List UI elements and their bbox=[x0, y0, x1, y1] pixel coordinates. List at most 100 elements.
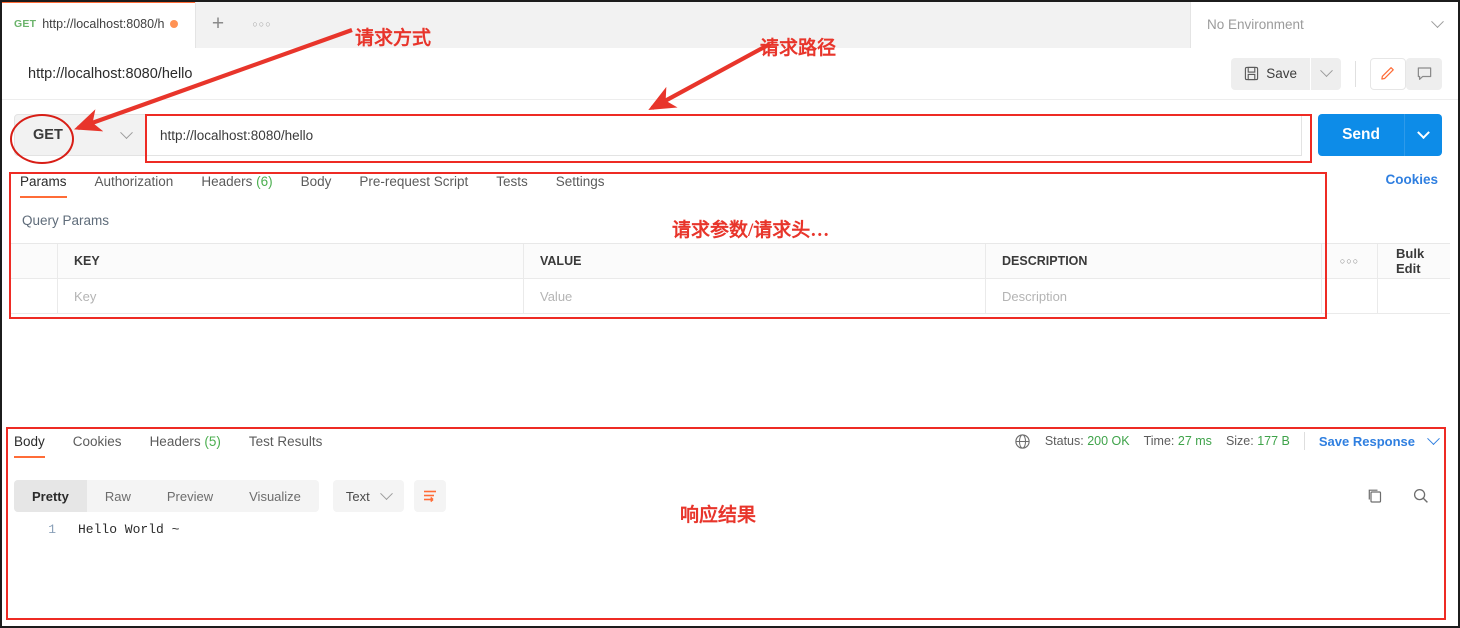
copy-icon[interactable] bbox=[1366, 487, 1384, 505]
save-options-button[interactable] bbox=[1311, 58, 1341, 90]
status-label: Status: 200 OK bbox=[1045, 434, 1130, 448]
request-tab[interactable]: GET http://localhost:8080/h bbox=[0, 0, 196, 48]
chevron-down-icon bbox=[1431, 15, 1444, 28]
globe-icon[interactable] bbox=[1014, 433, 1031, 450]
environment-selector[interactable]: No Environment bbox=[1190, 0, 1460, 48]
postman-window: GET http://localhost:8080/h + ○○○ No Env… bbox=[0, 0, 1460, 628]
header-key: KEY bbox=[58, 244, 524, 278]
request-name[interactable]: http://localhost:8080/hello bbox=[28, 66, 192, 82]
url-input[interactable]: http://localhost:8080/hello bbox=[146, 114, 1302, 156]
chevron-down-icon bbox=[120, 126, 133, 139]
tab-body-label: Body bbox=[301, 174, 332, 189]
size-label: Size: 177 B bbox=[1226, 434, 1290, 448]
floppy-disk-icon bbox=[1244, 66, 1259, 81]
bulk-edit-button[interactable]: Bulk Edit bbox=[1378, 244, 1450, 278]
table-more-options-icon[interactable]: ○○○ bbox=[1322, 244, 1378, 278]
request-tabs: Params Authorization Headers (6) Body Pr… bbox=[0, 172, 1460, 204]
new-tab-button[interactable]: + bbox=[196, 0, 240, 48]
chevron-down-icon bbox=[1320, 64, 1333, 77]
annotation-response-text: 响应结果 bbox=[680, 500, 756, 527]
line-text: Hello World ~ bbox=[78, 522, 179, 537]
tab-params[interactable]: Params bbox=[20, 172, 67, 198]
response-tab-body[interactable]: Body bbox=[14, 432, 45, 458]
save-button-label: Save bbox=[1266, 66, 1297, 81]
table-header-row: KEY VALUE DESCRIPTION ○○○ Bulk Edit bbox=[10, 244, 1450, 279]
edit-request-button[interactable] bbox=[1370, 58, 1406, 90]
description-input[interactable]: Description bbox=[986, 279, 1322, 313]
status-value: 200 OK bbox=[1087, 434, 1129, 448]
query-params-table: KEY VALUE DESCRIPTION ○○○ Bulk Edit Key … bbox=[10, 243, 1450, 314]
view-mode-preview[interactable]: Preview bbox=[149, 480, 231, 512]
send-group: Send bbox=[1318, 114, 1442, 156]
request-actions: Save bbox=[1231, 58, 1460, 90]
pencil-icon bbox=[1380, 65, 1397, 82]
wrap-text-icon bbox=[421, 487, 439, 505]
send-options-button[interactable] bbox=[1404, 114, 1442, 156]
chevron-down-icon bbox=[1417, 126, 1430, 139]
response-tabs: Body Cookies Headers (5) Test Results St… bbox=[0, 432, 1460, 468]
request-tab-title: http://localhost:8080/h bbox=[42, 17, 164, 31]
header-value: VALUE bbox=[524, 244, 986, 278]
time-label-text: Time: bbox=[1144, 434, 1175, 448]
http-method-selector[interactable]: GET bbox=[14, 114, 146, 156]
chevron-down-icon bbox=[380, 487, 393, 500]
response-view-actions bbox=[1366, 487, 1446, 505]
header-checkbox-cell bbox=[10, 244, 58, 278]
status-label-text: Status: bbox=[1045, 434, 1084, 448]
key-input[interactable]: Key bbox=[58, 279, 524, 313]
save-button[interactable]: Save bbox=[1231, 58, 1310, 90]
comment-button[interactable] bbox=[1406, 58, 1442, 90]
time-value: 27 ms bbox=[1178, 434, 1212, 448]
response-meta: Status: 200 OK Time: 27 ms Size: 177 B S… bbox=[1014, 432, 1460, 450]
tab-bar: GET http://localhost:8080/h + ○○○ No Env… bbox=[0, 0, 1460, 48]
http-method-value: GET bbox=[33, 127, 63, 143]
response-body[interactable]: 1 Hello World ~ bbox=[14, 522, 1446, 612]
tab-body[interactable]: Body bbox=[301, 172, 332, 198]
unsaved-changes-dot-icon bbox=[170, 20, 178, 28]
response-tab-headers[interactable]: Headers (5) bbox=[150, 432, 221, 458]
tab-settings[interactable]: Settings bbox=[556, 172, 605, 198]
response-view-modes: Pretty Raw Preview Visualize bbox=[14, 480, 319, 512]
response-tab-test-results-label: Test Results bbox=[249, 434, 323, 449]
tab-headers-label: Headers bbox=[201, 174, 252, 189]
response-format-selector[interactable]: Text bbox=[333, 480, 404, 512]
toolbar-divider bbox=[1355, 61, 1356, 87]
annotation-method-text: 请求方式 bbox=[355, 23, 431, 50]
tab-tests[interactable]: Tests bbox=[496, 172, 528, 198]
response-tab-body-label: Body bbox=[14, 434, 45, 449]
value-input[interactable]: Value bbox=[524, 279, 986, 313]
wrap-lines-button[interactable] bbox=[414, 480, 446, 512]
tab-params-label: Params bbox=[20, 174, 67, 189]
tab-headers-count: (6) bbox=[256, 174, 273, 189]
annotation-params-text: 请求参数/请求头… bbox=[672, 215, 829, 242]
tab-settings-label: Settings bbox=[556, 174, 605, 189]
line-number: 1 bbox=[14, 522, 56, 537]
size-label-text: Size: bbox=[1226, 434, 1254, 448]
view-mode-pretty[interactable]: Pretty bbox=[14, 480, 87, 512]
row-more-options[interactable] bbox=[1322, 279, 1378, 313]
send-button[interactable]: Send bbox=[1318, 114, 1404, 156]
tab-authorization[interactable]: Authorization bbox=[95, 172, 174, 198]
cookies-link[interactable]: Cookies bbox=[1385, 172, 1438, 187]
search-icon[interactable] bbox=[1412, 487, 1430, 505]
tab-pre-request-script-label: Pre-request Script bbox=[359, 174, 468, 189]
tab-tests-label: Tests bbox=[496, 174, 528, 189]
url-row: GET http://localhost:8080/hello Send bbox=[0, 100, 1460, 170]
row-checkbox-cell[interactable] bbox=[10, 279, 58, 313]
response-format-value: Text bbox=[346, 489, 370, 504]
response-tab-test-results[interactable]: Test Results bbox=[249, 432, 323, 458]
size-value: 177 B bbox=[1257, 434, 1290, 448]
comment-icon bbox=[1416, 65, 1433, 82]
tab-pre-request-script[interactable]: Pre-request Script bbox=[359, 172, 468, 198]
environment-value: No Environment bbox=[1207, 17, 1304, 32]
table-row: Key Value Description bbox=[10, 279, 1450, 314]
tab-more-options-icon[interactable]: ○○○ bbox=[240, 0, 284, 48]
view-mode-visualize[interactable]: Visualize bbox=[231, 480, 319, 512]
response-tab-cookies-label: Cookies bbox=[73, 434, 122, 449]
tab-headers[interactable]: Headers (6) bbox=[201, 172, 272, 198]
meta-divider bbox=[1304, 432, 1305, 450]
view-mode-raw[interactable]: Raw bbox=[87, 480, 149, 512]
response-tab-cookies[interactable]: Cookies bbox=[73, 432, 122, 458]
save-response-button[interactable]: Save Response bbox=[1319, 434, 1415, 449]
chevron-down-icon[interactable] bbox=[1427, 432, 1440, 445]
